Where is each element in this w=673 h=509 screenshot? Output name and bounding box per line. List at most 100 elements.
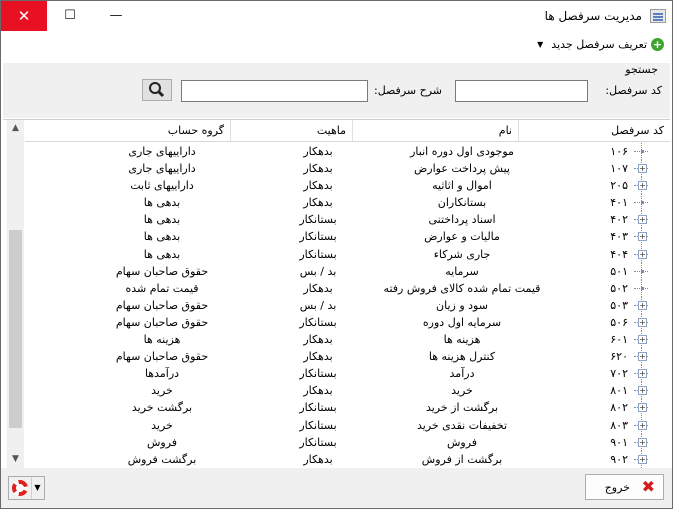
- cell-group: حقوق صاحبان سهام: [115, 264, 209, 278]
- tree-connector: [634, 143, 662, 160]
- table-row[interactable]: + ۸۰۳ تخفیفات نقدی خرید بستانکار خرید: [25, 416, 670, 434]
- table-row[interactable]: ۵۰۲ قیمت تمام شده کالای فروش رفته بدهکار…: [25, 279, 670, 297]
- tree-connector: +: [634, 245, 662, 263]
- exit-button[interactable]: ✖ خروج: [585, 474, 664, 500]
- cell-nature: بدهکار: [303, 179, 333, 193]
- header-code[interactable]: کد سرفصل: [518, 120, 670, 142]
- cell-name: جاری شرکاء: [433, 247, 491, 261]
- table-row[interactable]: ۴۰۱ بستانکاران بدهکار بدهی ها: [25, 194, 670, 212]
- cell-group: بدهی ها: [143, 247, 181, 261]
- account-headings-window: مدیریت سرفصل ها — ☐ ✕ + تعریف سرفصل جدید…: [0, 0, 673, 509]
- expand-icon[interactable]: +: [638, 403, 647, 413]
- tree-connector: +: [634, 450, 662, 468]
- table-row[interactable]: + ۴۰۲ اسناد پرداختنی بستانکار بدهی ها: [25, 211, 670, 229]
- cell-code: ۱۰۶: [545, 143, 670, 160]
- cell-name: سرمایه: [445, 264, 479, 278]
- expand-icon[interactable]: +: [638, 181, 647, 191]
- code-text: ۷۰۲: [610, 367, 628, 381]
- cell-code: + ۹۰۲: [545, 450, 670, 468]
- expand-icon[interactable]: +: [638, 335, 647, 345]
- expand-icon[interactable]: +: [638, 420, 647, 430]
- cell-group: بدهی ها: [143, 230, 181, 244]
- cell-name: مالیات و عوارض: [424, 230, 500, 244]
- cell-group: بدهی ها: [143, 196, 181, 210]
- cell-group: حقوق صاحبان سهام: [115, 315, 209, 329]
- tree-connector: +: [634, 160, 662, 178]
- table-row[interactable]: ۱۰۶ موجودی اول دوره انبار بدهکار داراییه…: [25, 143, 670, 160]
- close-button[interactable]: ✕: [1, 1, 47, 31]
- scroll-down-icon[interactable]: ▼: [7, 451, 24, 468]
- cell-nature: بدهکار: [303, 162, 333, 176]
- expand-icon[interactable]: +: [638, 352, 647, 362]
- cell-code: + ۱۰۷: [545, 160, 670, 178]
- table-row[interactable]: + ۸۰۲ برگشت از خرید بستانکار برگشت خرید: [25, 399, 670, 417]
- table-row[interactable]: + ۸۰۱ خرید بدهکار خرید: [25, 382, 670, 400]
- window-title: مدیریت سرفصل ها: [544, 9, 642, 23]
- new-heading-button[interactable]: + تعریف سرفصل جدید ▼: [537, 38, 664, 51]
- code-text: ۴۰۳: [610, 230, 628, 244]
- expand-icon[interactable]: +: [638, 300, 647, 310]
- cell-nature: بستانکار: [299, 435, 337, 449]
- expand-icon[interactable]: +: [638, 232, 647, 242]
- cell-group: داراییهای جاری: [128, 162, 196, 176]
- expand-icon[interactable]: +: [638, 386, 647, 396]
- cell-code: + ۴۰۴: [545, 245, 670, 263]
- minimize-button[interactable]: —: [93, 1, 139, 31]
- header-name[interactable]: نام: [352, 120, 518, 142]
- cell-name: اسناد پرداختنی: [428, 213, 496, 227]
- scroll-up-icon[interactable]: ▲: [7, 120, 24, 137]
- table-row[interactable]: + ۶۰۱ هزینه ها بدهکار هزینه ها: [25, 331, 670, 349]
- cell-nature: بستانکار: [299, 401, 337, 415]
- help-menu-button[interactable]: ▼: [8, 476, 45, 500]
- table-row[interactable]: + ۹۰۲ برگشت از فروش بدهکار برگشت فروش: [25, 450, 670, 468]
- table-row[interactable]: + ۷۰۲ درآمد بستانکار درآمدها: [25, 365, 670, 383]
- header-nature[interactable]: ماهیت: [230, 120, 352, 142]
- expand-icon[interactable]: +: [638, 437, 647, 447]
- maximize-button[interactable]: ☐: [47, 1, 93, 31]
- cell-code: + ۲۰۵: [545, 177, 670, 195]
- table-row[interactable]: ۵۰۱ سرمایه بد / بس حقوق صاحبان سهام: [25, 262, 670, 280]
- table-row[interactable]: + ۹۰۱ فروش بستانکار فروش: [25, 433, 670, 451]
- cell-nature: بدهکار: [303, 281, 333, 295]
- expand-icon[interactable]: +: [638, 249, 647, 259]
- expand-icon[interactable]: +: [638, 369, 647, 379]
- expand-icon[interactable]: +: [638, 215, 647, 225]
- code-text: ۸۰۱: [610, 384, 628, 398]
- vertical-scrollbar[interactable]: ▲ ▼: [7, 120, 24, 468]
- cell-code: + ۴۰۲: [545, 211, 670, 229]
- code-text: ۶۰۱: [610, 333, 628, 347]
- cell-name: قیمت تمام شده کالای فروش رفته: [383, 281, 541, 295]
- expand-icon[interactable]: +: [638, 317, 647, 327]
- cell-code: ۵۰۲: [545, 279, 670, 297]
- table-row[interactable]: + ۵۰۶ سرمایه اول دوره بستانکار حقوق صاحب…: [25, 313, 670, 331]
- table-row[interactable]: + ۶۲۰ کنترل هزینه ها بدهکار حقوق صاحبان …: [25, 348, 670, 366]
- code-text: ۴۰۲: [610, 213, 628, 227]
- table-row[interactable]: + ۵۰۳ سود و زیان بد / بس حقوق صاحبان سها…: [25, 296, 670, 314]
- code-text: ۵۰۲: [610, 281, 628, 295]
- footer: ▼ ✖ خروج: [1, 468, 672, 508]
- expand-icon[interactable]: +: [638, 164, 647, 174]
- tree-connector: +: [634, 296, 662, 314]
- table-row[interactable]: + ۱۰۷ پیش پرداخت عوارض بدهکار داراییهای …: [25, 160, 670, 178]
- lifebuoy-icon: [12, 480, 28, 496]
- table-row[interactable]: + ۴۰۳ مالیات و عوارض بستانکار بدهی ها: [25, 228, 670, 246]
- cell-name: موجودی اول دوره انبار: [410, 145, 514, 158]
- table-row[interactable]: + ۲۰۵ اموال و اثاثیه بدهکار داراییهای ثا…: [25, 177, 670, 195]
- toolbar: + تعریف سرفصل جدید ▼: [1, 32, 672, 61]
- scroll-thumb[interactable]: [9, 230, 22, 428]
- header-group[interactable]: گروه حساب: [25, 120, 230, 142]
- cell-code: + ۶۲۰: [545, 348, 670, 366]
- cell-name: کنترل هزینه ها: [428, 350, 496, 364]
- description-input[interactable]: [181, 80, 368, 102]
- search-button[interactable]: [142, 79, 172, 101]
- cell-nature: بدهکار: [303, 384, 333, 398]
- code-text: ۹۰۱: [610, 435, 628, 449]
- table-row[interactable]: + ۴۰۴ جاری شرکاء بستانکار بدهی ها: [25, 245, 670, 263]
- expand-icon[interactable]: +: [638, 454, 647, 464]
- cell-code: ۵۰۱: [545, 262, 670, 280]
- search-panel: جستجو کد سرفصل: شرح سرفصل:: [3, 63, 670, 118]
- tree-connector: [634, 262, 662, 280]
- code-input[interactable]: [455, 80, 588, 102]
- close-icon: ✖: [641, 477, 655, 496]
- new-heading-label: تعریف سرفصل جدید: [551, 38, 647, 51]
